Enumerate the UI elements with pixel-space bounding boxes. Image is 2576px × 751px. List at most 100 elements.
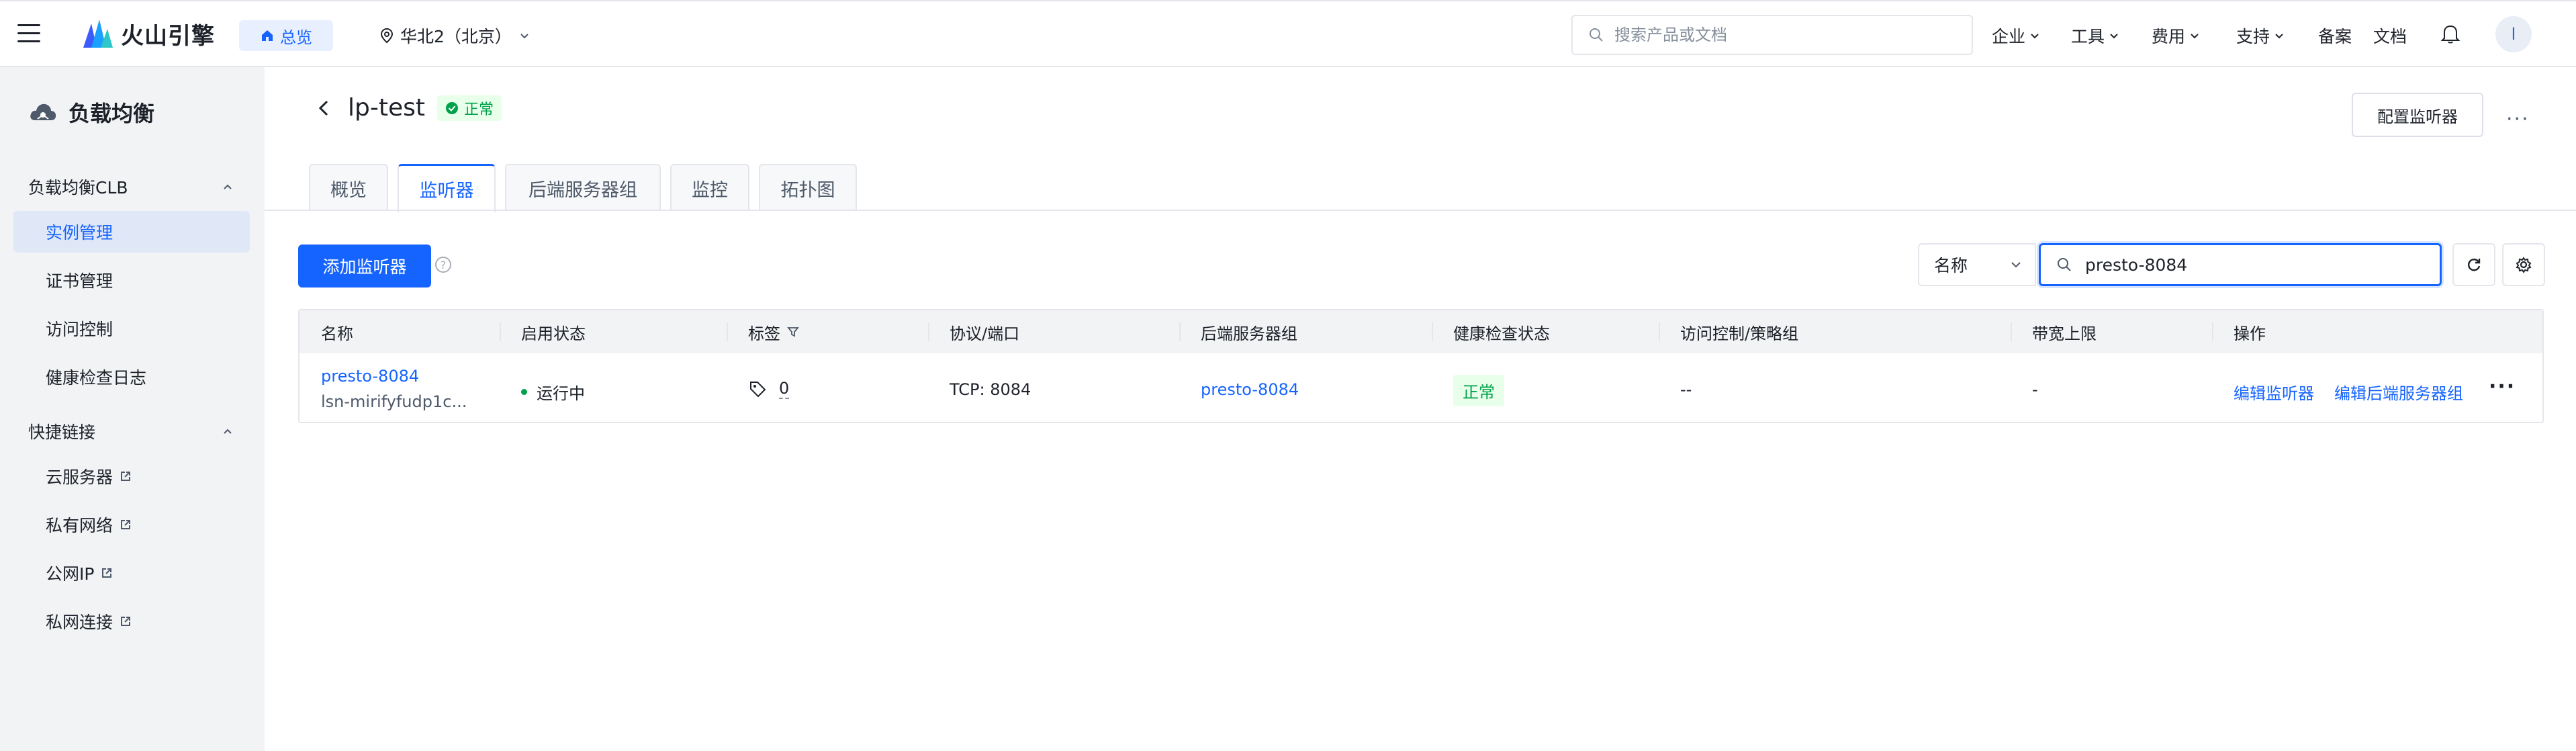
nav-billing[interactable]: 费用 bbox=[2152, 21, 2200, 50]
sidebar-group-clb-label: 负载均衡CLB bbox=[28, 178, 128, 197]
col-server-group: 后端服务器组 bbox=[1201, 324, 1297, 343]
nav-docs[interactable]: 文档 bbox=[2373, 21, 2407, 50]
enabled-status-text: 运行中 bbox=[537, 384, 585, 403]
chevron-down-icon bbox=[2011, 262, 2021, 268]
chevron-down-icon bbox=[2110, 34, 2118, 39]
enabled-status: 运行中 bbox=[521, 380, 585, 404]
region-label: 华北2（北京） bbox=[400, 27, 512, 46]
more-actions-icon[interactable]: ··· bbox=[2506, 107, 2530, 131]
overview-label: 总览 bbox=[280, 28, 312, 47]
nav-filing[interactable]: 备案 bbox=[2318, 21, 2352, 50]
nav-support[interactable]: 支持 bbox=[2236, 21, 2285, 50]
external-link-icon bbox=[121, 617, 131, 626]
sidebar-item-access-control[interactable]: 访问控制 bbox=[13, 308, 250, 349]
nav-tools-label: 工具 bbox=[2071, 27, 2105, 46]
tab-listeners[interactable]: 监听器 bbox=[398, 164, 496, 212]
col-tags: 标签 bbox=[748, 310, 799, 353]
brand-name: 火山引擎 bbox=[121, 22, 215, 50]
global-search[interactable] bbox=[1571, 15, 1973, 55]
listener-table: 名称 启用状态 标签 协议/端口 后端服务器组 健康检查状态 访问控制/策略组 … bbox=[298, 309, 2544, 423]
settings-button[interactable] bbox=[2502, 243, 2545, 286]
edit-server-group-link[interactable]: 编辑后端服务器组 bbox=[2334, 380, 2463, 404]
help-icon[interactable]: ? bbox=[435, 257, 451, 273]
add-listener-button[interactable]: 添加监听器 bbox=[298, 245, 431, 288]
overview-button[interactable]: 总览 bbox=[239, 20, 333, 51]
listener-name-link[interactable]: presto-8084 bbox=[321, 367, 419, 386]
sidebar-group-shortcuts[interactable]: 快捷链接 bbox=[28, 419, 234, 443]
brand-logo[interactable]: 火山引擎 bbox=[81, 15, 215, 52]
sidebar-group-shortcuts-label: 快捷链接 bbox=[28, 423, 96, 442]
sidebar-item-label: 公网IP bbox=[46, 564, 95, 584]
menu-icon[interactable] bbox=[17, 24, 40, 43]
search-icon bbox=[2058, 258, 2071, 271]
chevron-up-icon bbox=[224, 184, 232, 189]
nav-billing-label: 费用 bbox=[2152, 27, 2186, 46]
cloud-lb-icon bbox=[30, 103, 56, 120]
tag-icon bbox=[750, 382, 766, 398]
chevron-down-icon bbox=[2191, 34, 2199, 39]
top-bar: 火山引擎 总览 华北2（北京） 企业 工具 费用 支持 备案 文档 l bbox=[0, 0, 2576, 67]
region-selector[interactable]: 华北2（北京） bbox=[380, 21, 531, 50]
volcano-logo-icon bbox=[83, 19, 113, 48]
sidebar-item-label: 私网连接 bbox=[46, 613, 113, 632]
page-title: lp-test bbox=[348, 94, 425, 122]
col-bandwidth: 带宽上限 bbox=[2032, 324, 2097, 343]
chevron-down-icon bbox=[520, 34, 528, 39]
sidebar-item-certificates[interactable]: 证书管理 bbox=[13, 259, 250, 301]
chevron-up-icon bbox=[224, 429, 232, 434]
listener-id: lsn-mirifyfudp1c... bbox=[321, 392, 467, 411]
check-circle-icon bbox=[445, 101, 458, 114]
tab-backend-groups[interactable]: 后端服务器组 bbox=[505, 164, 661, 211]
server-group-link[interactable]: presto-8084 bbox=[1201, 380, 1299, 399]
avatar[interactable]: l bbox=[2495, 16, 2532, 52]
home-icon bbox=[262, 30, 273, 41]
sidebar-item-label: 云服务器 bbox=[46, 468, 113, 487]
external-link-icon bbox=[121, 520, 131, 529]
global-search-input[interactable] bbox=[1613, 25, 1972, 45]
sidebar-item-label: 私有网络 bbox=[46, 516, 113, 535]
status-badge: 正常 bbox=[436, 95, 502, 121]
search-icon bbox=[1590, 28, 1603, 42]
filter-search-input[interactable] bbox=[2084, 254, 2440, 275]
notification-bell-icon[interactable] bbox=[2440, 23, 2460, 48]
col-tags-label: 标签 bbox=[748, 324, 780, 343]
external-link-icon bbox=[102, 568, 112, 578]
refresh-button[interactable] bbox=[2452, 243, 2495, 286]
sidebar-item-label: 实例管理 bbox=[46, 223, 113, 242]
sidebar-item-health-log[interactable]: 健康检查日志 bbox=[13, 356, 250, 398]
gear-icon bbox=[2516, 257, 2532, 273]
edit-listener-link[interactable]: 编辑监听器 bbox=[2234, 380, 2314, 404]
health-status-badge: 正常 bbox=[1453, 375, 1504, 406]
page-header: lp-test 正常 bbox=[316, 94, 502, 122]
nav-filing-label: 备案 bbox=[2318, 27, 2352, 46]
tabs-divider bbox=[265, 210, 2576, 211]
sidebar-link-vpc[interactable]: 私有网络 bbox=[13, 504, 250, 545]
sidebar: 负载均衡 负载均衡CLB 实例管理 证书管理 访问控制 健康检查日志 快捷链接 … bbox=[0, 67, 265, 751]
sidebar-link-public-ip[interactable]: 公网IP bbox=[13, 552, 250, 594]
back-arrow-icon[interactable] bbox=[316, 96, 336, 120]
nav-tools[interactable]: 工具 bbox=[2071, 21, 2119, 50]
filter-field-select[interactable]: 名称 bbox=[1918, 243, 2036, 286]
configure-listener-button[interactable]: 配置监听器 bbox=[2352, 93, 2483, 137]
sidebar-group-clb[interactable]: 负载均衡CLB bbox=[28, 175, 234, 199]
col-actions: 操作 bbox=[2234, 324, 2266, 343]
tags-count[interactable]: 0 bbox=[779, 379, 790, 399]
col-protocol-port: 协议/端口 bbox=[950, 324, 1020, 343]
filter-icon[interactable] bbox=[787, 326, 799, 338]
row-more-icon[interactable]: ··· bbox=[2489, 375, 2516, 398]
sidebar-item-instances[interactable]: 实例管理 bbox=[13, 211, 250, 253]
sidebar-link-private-link[interactable]: 私网连接 bbox=[13, 601, 250, 642]
filter-search-box[interactable] bbox=[2039, 243, 2442, 286]
col-health: 健康检查状态 bbox=[1453, 324, 1550, 343]
nav-docs-label: 文档 bbox=[2373, 27, 2407, 46]
chevron-down-icon bbox=[2031, 34, 2039, 39]
tab-overview[interactable]: 概览 bbox=[309, 164, 388, 211]
nav-enterprise-label: 企业 bbox=[1992, 27, 2026, 46]
nav-support-label: 支持 bbox=[2236, 27, 2270, 46]
nav-enterprise[interactable]: 企业 bbox=[1992, 21, 2040, 50]
sidebar-link-ecs[interactable]: 云服务器 bbox=[13, 455, 250, 497]
tags-cell[interactable]: 0 bbox=[748, 379, 790, 399]
tab-monitoring[interactable]: 监控 bbox=[670, 164, 749, 211]
tab-topology[interactable]: 拓扑图 bbox=[759, 164, 857, 211]
col-name: 名称 bbox=[321, 324, 353, 343]
